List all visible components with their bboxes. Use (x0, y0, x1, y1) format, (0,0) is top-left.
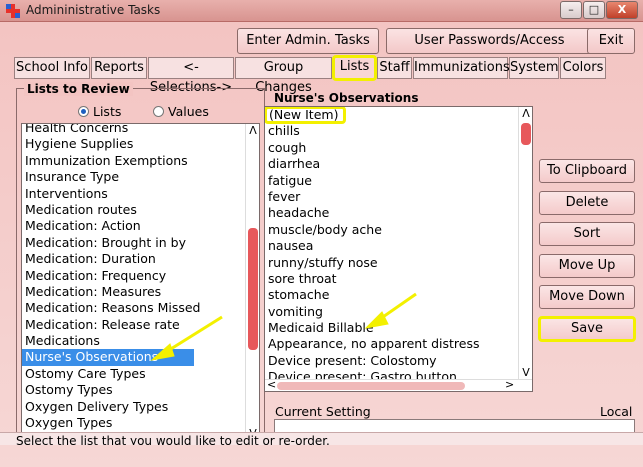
minimize-button[interactable]: – (560, 1, 582, 19)
value-item[interactable]: stomache (265, 287, 532, 303)
list-item[interactable]: Insurance Type (22, 169, 259, 185)
values-scroll-down-icon[interactable]: ᐯ (519, 366, 532, 379)
delete-button[interactable]: Delete (539, 191, 635, 215)
value-item[interactable]: diarrhea (265, 156, 532, 172)
save-button[interactable]: Save (538, 316, 636, 342)
scroll-right-icon[interactable]: > (505, 378, 514, 391)
current-setting-scope: Local (600, 404, 633, 419)
value-item[interactable]: chills (265, 123, 532, 139)
values-panel-title: Nurse's Observations (274, 91, 419, 105)
radio-values-indicator[interactable] (153, 106, 164, 117)
move-up-button[interactable]: Move Up (539, 254, 635, 278)
list-item[interactable]: Hygiene Supplies (22, 136, 259, 152)
window-title: Admininistrative Tasks (26, 3, 161, 17)
sort-button[interactable]: Sort (539, 222, 635, 246)
tab-system[interactable]: System (509, 57, 559, 79)
radio-values-label: Values (168, 104, 209, 119)
values-hscroll-thumb[interactable] (277, 382, 465, 390)
list-item[interactable]: Oxygen Types (22, 415, 259, 431)
list-item[interactable]: Ostomy Care Types (22, 366, 259, 382)
list-item[interactable]: Medication: Frequency (22, 268, 259, 284)
close-window-button[interactable]: X (606, 1, 638, 19)
radio-values[interactable]: Values (153, 104, 209, 119)
app-cross-icon (6, 4, 20, 18)
value-item[interactable]: vomiting (265, 304, 532, 320)
tab-selections[interactable]: <-Selections-> (148, 57, 234, 95)
list-item[interactable]: Interventions (22, 186, 259, 202)
tab-group-changes[interactable]: Group Changes (235, 57, 332, 95)
list-item[interactable]: Ostomy Types (22, 382, 259, 398)
tab-colors[interactable]: Colors (560, 57, 606, 79)
exit-button[interactable]: Exit (587, 28, 635, 54)
list-item[interactable]: Medication: Duration (22, 251, 259, 267)
move-down-button[interactable]: Move Down (539, 285, 635, 309)
main-area: Enter Admin. Tasks User Passwords/Access… (0, 22, 643, 467)
list-item[interactable]: Medication: Release rate (22, 317, 259, 333)
value-item[interactable]: cough (265, 140, 532, 156)
lists-listbox[interactable]: Health Concerns Hygiene Supplies Immunizat… (21, 123, 260, 441)
value-item[interactable]: muscle/body ache (265, 222, 532, 238)
list-item[interactable]: Medication: Measures (22, 284, 259, 300)
lists-panel-title: Lists to Review (24, 82, 133, 96)
status-bar: Select the list that you would like to e… (0, 432, 643, 445)
to-clipboard-button[interactable]: To Clipboard (539, 159, 635, 183)
value-item[interactable]: Medicaid Billable (265, 320, 532, 336)
list-item[interactable]: Medication: Reasons Missed (22, 300, 259, 316)
maximize-button[interactable]: □ (583, 1, 605, 19)
tab-school-info[interactable]: School Info (14, 57, 90, 79)
title-bar: Admininistrative Tasks – □ X (0, 0, 643, 22)
list-item[interactable]: Oxygen Delivery Types (22, 399, 259, 415)
new-item-entry[interactable]: (New Item) (265, 107, 346, 125)
value-item[interactable]: sore throat (265, 271, 532, 287)
value-item[interactable]: nausea (265, 238, 532, 254)
lists-scroll-thumb[interactable] (248, 228, 258, 350)
tab-staff[interactable]: Staff (377, 57, 412, 79)
value-item[interactable]: runny/stuffy nose (265, 255, 532, 271)
list-item[interactable]: Medication: Brought in by (22, 235, 259, 251)
list-item[interactable]: Immunization Exemptions (22, 153, 259, 169)
list-item[interactable]: Medication routes (22, 202, 259, 218)
value-item[interactable]: headache (265, 205, 532, 221)
value-item[interactable]: fever (265, 189, 532, 205)
enter-admin-tasks-button[interactable]: Enter Admin. Tasks (237, 28, 379, 54)
radio-lists[interactable]: Lists (78, 104, 121, 119)
tab-reports[interactable]: Reports (91, 57, 147, 79)
scroll-up-icon[interactable]: ᐱ (246, 124, 259, 137)
radio-lists-indicator[interactable] (78, 106, 89, 117)
value-item[interactable]: Appearance, no apparent distress (265, 336, 532, 352)
value-item[interactable]: Device present: Colostomy (265, 353, 532, 369)
scroll-left-icon[interactable]: < (267, 378, 276, 391)
lists-scrollbar[interactable]: ᐱ ᐯ (245, 124, 259, 440)
list-item[interactable]: Medications (22, 333, 259, 349)
list-item[interactable]: Medication: Action (22, 218, 259, 234)
tab-immunizations[interactable]: Immunizations (413, 57, 510, 79)
values-hscrollbar[interactable]: < > (265, 378, 532, 391)
values-scroll-up-icon[interactable]: ᐱ (519, 107, 532, 120)
value-item[interactable]: fatigue (265, 173, 532, 189)
lists-items: Health Concerns Hygiene Supplies Immunizat… (22, 124, 259, 440)
list-item[interactable]: Nurse's Observations (22, 349, 194, 366)
user-passwords-button[interactable]: User Passwords/Access (386, 28, 593, 54)
values-items: (New Item) chills cough diarrhea fatigue feve… (265, 107, 532, 386)
list-item[interactable]: Health Concerns (22, 124, 259, 136)
values-listbox[interactable]: (New Item) chills cough diarrhea fatigue feve… (264, 106, 533, 392)
values-scroll-thumb[interactable] (521, 123, 531, 145)
tab-lists[interactable]: Lists (332, 55, 377, 81)
radio-lists-label: Lists (93, 104, 122, 119)
current-setting-label: Current Setting (275, 404, 371, 419)
values-scrollbar[interactable]: ᐱ ᐯ (518, 107, 532, 379)
